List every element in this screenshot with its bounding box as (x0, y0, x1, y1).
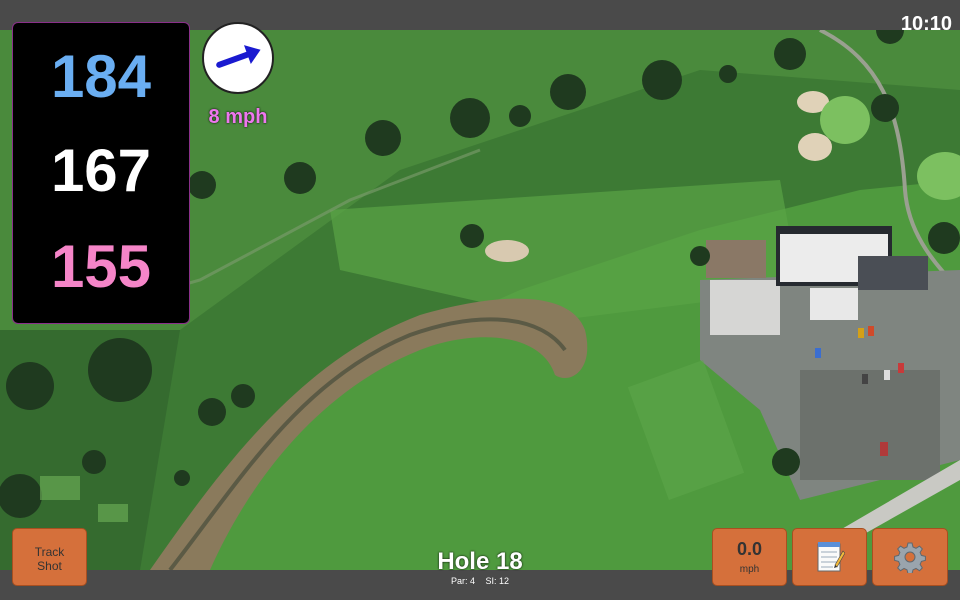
hole-meta: Par: 4 SI: 12 (380, 576, 580, 586)
back-distance: 184 (50, 43, 152, 110)
track-shot-label-line1: Track (34, 545, 65, 559)
par-label: Par: 4 (450, 576, 475, 586)
wind-speed-label: 8 mph (208, 106, 268, 128)
speed-button[interactable]: 0.0 mph (712, 528, 787, 586)
notes-button[interactable] (792, 528, 867, 586)
distance-panel[interactable]: 184 167 155 (12, 22, 190, 324)
speed-unit: mph (739, 564, 760, 575)
hole-title: Hole 18 (437, 548, 523, 575)
speed-value: 0.0 (736, 539, 763, 559)
clock: 10:10 (900, 13, 952, 35)
wind-indicator (202, 22, 274, 94)
arrow-icon (216, 45, 261, 68)
track-shot-label-line2: Shot (37, 559, 62, 573)
gear-icon (894, 542, 926, 573)
notepad-icon (817, 542, 845, 572)
front-distance: 155 (50, 233, 152, 300)
hole-info: Hole 18 Par: 4 SI: 12 (380, 548, 580, 587)
settings-button[interactable] (872, 528, 948, 586)
middle-distance: 167 (50, 137, 152, 204)
si-label: SI: 12 (485, 576, 510, 586)
track-shot-button[interactable]: Track Shot (12, 528, 87, 586)
